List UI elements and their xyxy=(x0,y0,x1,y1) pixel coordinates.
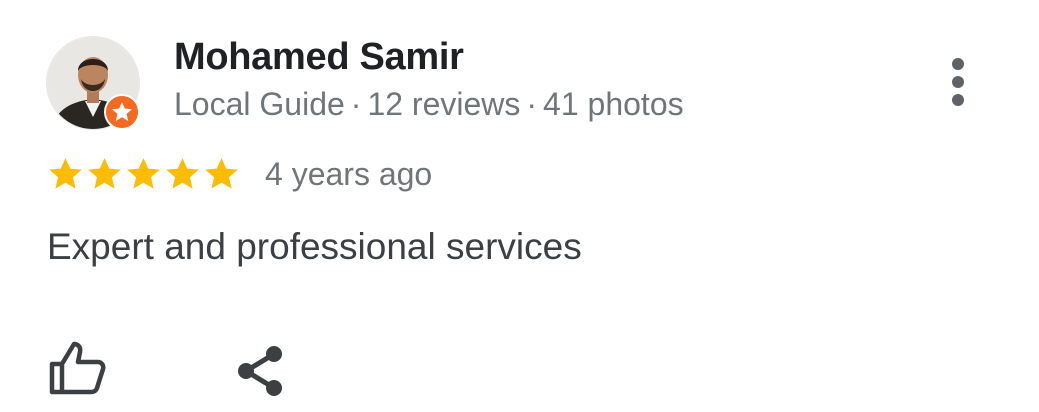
share-icon[interactable] xyxy=(234,344,286,398)
meta-separator: · xyxy=(526,86,538,122)
meta-separator: · xyxy=(350,86,362,122)
author-avatar[interactable] xyxy=(46,36,140,130)
more-vert-icon[interactable] xyxy=(938,52,978,112)
photos-count: 41 photos xyxy=(543,86,684,122)
local-guide-label: Local Guide xyxy=(174,86,345,122)
review-text: Expert and professional services xyxy=(47,226,582,267)
star-rating xyxy=(46,154,241,193)
thumb-up-icon[interactable] xyxy=(48,340,106,396)
author-name[interactable]: Mohamed Samir xyxy=(174,36,464,79)
star-icon xyxy=(127,158,160,189)
review-card: Mohamed Samir Local Guide · 12 reviews · 41 … xyxy=(0,0,1039,412)
star-icon xyxy=(49,158,82,189)
local-guide-badge-icon xyxy=(104,94,140,130)
star-icon xyxy=(166,158,199,189)
author-meta: Local Guide · 12 reviews · 41 photos xyxy=(174,86,684,123)
reviews-count: 12 reviews xyxy=(367,86,521,122)
star-icon xyxy=(205,158,238,189)
review-time: 4 years ago xyxy=(265,156,433,192)
star-icon xyxy=(88,158,121,189)
